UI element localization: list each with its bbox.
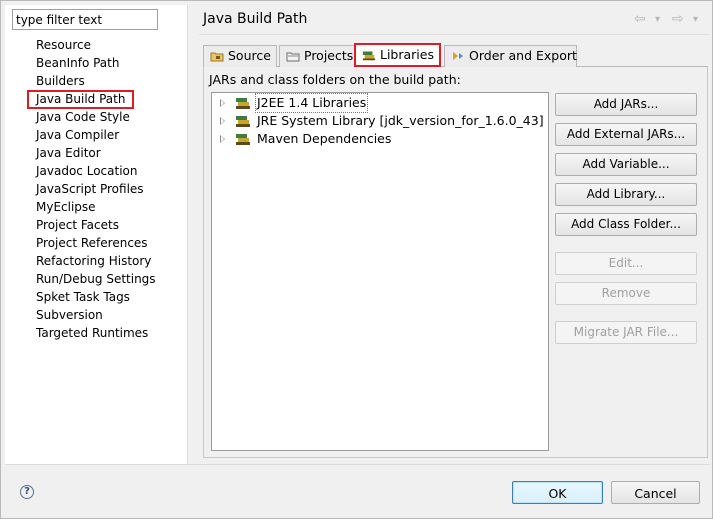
- sidebar-item-myeclipse[interactable]: MyEclipse: [5, 198, 188, 216]
- expand-arrow-icon[interactable]: [220, 135, 225, 143]
- sidebar-item-javadoc-location[interactable]: Javadoc Location: [5, 162, 188, 180]
- sidebar-item-beaninfo-path[interactable]: BeanInfo Path: [5, 54, 188, 72]
- tab-order-and-export[interactable]: Order and Export: [444, 45, 577, 67]
- tree-item-jre-system-library[interactable]: JRE System Library [jdk_version_for_1.6.…: [220, 112, 544, 130]
- libraries-icon: [362, 51, 376, 61]
- migrate-jar-button[interactable]: Migrate JAR File...: [555, 321, 697, 344]
- library-container-icon: [236, 134, 250, 145]
- add-variable-button[interactable]: Add Variable...: [555, 153, 697, 176]
- projects-icon: [286, 52, 300, 62]
- forward-arrow-icon[interactable]: ⇨: [672, 11, 684, 27]
- order-export-icon: [453, 52, 463, 60]
- sidebar-item-resource[interactable]: Resource: [5, 36, 188, 54]
- sidebar-nav: Resource BeanInfo Path Builders Java Bui…: [5, 36, 188, 342]
- add-external-jars-button[interactable]: Add External JARs...: [555, 123, 697, 146]
- sidebar-item-java-compiler[interactable]: Java Compiler: [5, 126, 188, 144]
- add-jars-button[interactable]: Add JARs...: [555, 93, 697, 116]
- page-title: Java Build Path: [203, 11, 308, 27]
- sidebar-item-run-debug-settings[interactable]: Run/Debug Settings: [5, 270, 188, 288]
- back-menu-chevron-icon[interactable]: ▾: [655, 14, 660, 25]
- filter-input[interactable]: [12, 9, 158, 30]
- sidebar-item-builders[interactable]: Builders: [5, 72, 188, 90]
- history-nav: ⇦ ▾ ⇨ ▾: [634, 11, 708, 29]
- library-container-icon: [236, 116, 250, 127]
- add-library-button[interactable]: Add Library...: [555, 183, 697, 206]
- title-divider: [199, 34, 710, 35]
- tab-projects[interactable]: Projects: [279, 45, 355, 67]
- forward-menu-chevron-icon[interactable]: ▾: [693, 14, 698, 25]
- sidebar-item-refactoring-history[interactable]: Refactoring History: [5, 252, 188, 270]
- ok-button[interactable]: OK: [512, 481, 603, 504]
- sidebar-item-project-references[interactable]: Project References: [5, 234, 188, 252]
- sidebar-item-spket-task-tags[interactable]: Spket Task Tags: [5, 288, 188, 306]
- tab-source[interactable]: Source: [203, 45, 277, 67]
- sidebar-item-java-code-style[interactable]: Java Code Style: [5, 108, 188, 126]
- expand-arrow-icon[interactable]: [220, 99, 225, 107]
- sidebar-item-targeted-runtimes[interactable]: Targeted Runtimes: [5, 324, 188, 342]
- tree-item-j2ee-libraries[interactable]: J2EE 1.4 Libraries: [220, 93, 540, 113]
- library-tree[interactable]: J2EE 1.4 Libraries JRE System Library [j…: [211, 92, 549, 451]
- sidebar-item-java-build-path[interactable]: Java Build Path: [5, 90, 188, 109]
- library-container-icon: [236, 98, 250, 109]
- sidebar-item-java-editor[interactable]: Java Editor: [5, 144, 188, 162]
- add-class-folder-button[interactable]: Add Class Folder...: [555, 213, 697, 236]
- tab-libraries[interactable]: Libraries: [354, 43, 441, 67]
- edit-button[interactable]: Edit...: [555, 252, 697, 275]
- sidebar-item-subversion[interactable]: Subversion: [5, 306, 188, 324]
- properties-dialog: Resource BeanInfo Path Builders Java Bui…: [0, 0, 713, 519]
- expand-arrow-icon[interactable]: [220, 117, 225, 125]
- sidebar: Resource BeanInfo Path Builders Java Bui…: [5, 5, 188, 464]
- remove-button[interactable]: Remove: [555, 282, 697, 305]
- source-folder-icon: [210, 52, 224, 62]
- build-path-caption: JARs and class folders on the build path…: [209, 72, 461, 87]
- tree-item-maven-dependencies[interactable]: Maven Dependencies: [220, 130, 540, 148]
- sidebar-item-javascript-profiles[interactable]: JavaScript Profiles: [5, 180, 188, 198]
- back-arrow-icon[interactable]: ⇦: [634, 11, 646, 27]
- cancel-button[interactable]: Cancel: [611, 481, 700, 504]
- help-icon[interactable]: ?: [20, 485, 34, 499]
- sidebar-item-project-facets[interactable]: Project Facets: [5, 216, 188, 234]
- footer-divider: [5, 464, 710, 465]
